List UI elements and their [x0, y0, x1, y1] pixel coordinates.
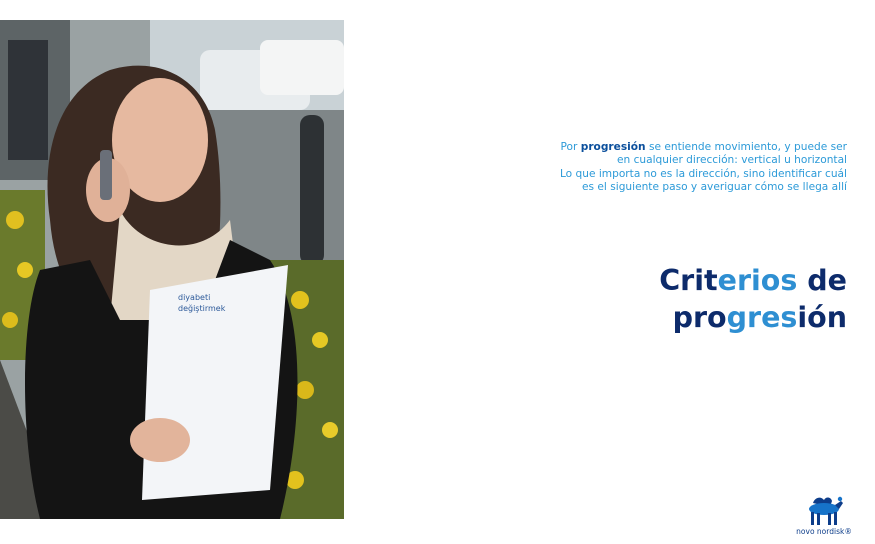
intro-line-4: es el siguiente paso y averiguar cómo se… — [582, 180, 847, 193]
intro-line-1: Por progresión se entiende movimiento, y… — [517, 141, 847, 154]
title-line-1: Criterios de — [487, 262, 847, 299]
woman-on-phone-photo: diyabeti değiştirmek — [0, 20, 344, 519]
intro-line-3: Lo que importa no es la dirección, sino … — [559, 167, 847, 180]
title-part-6: ión — [797, 301, 847, 334]
intro-line-1-pre: Por — [560, 141, 581, 153]
title-part-2: erios — [717, 264, 798, 297]
photo-illustration: diyabeti değiştirmek — [0, 20, 344, 519]
title-part-5: gres — [726, 301, 798, 334]
title-line-2: progresión — [487, 299, 847, 336]
folder-text-1: diyabeti — [178, 293, 210, 302]
title-part-4: pro — [672, 301, 727, 334]
intro-line-1-post: se entiende movimiento, y puede ser — [645, 141, 847, 153]
intro-paragraph: Por progresión se entiende movimiento, y… — [517, 141, 847, 194]
apis-bull-icon — [809, 496, 843, 525]
logo-text: novo nordisk® — [796, 527, 852, 536]
title-part-1: Crit — [659, 264, 718, 297]
title-part-3: de — [797, 264, 847, 297]
intro-emphasis: progresión — [580, 141, 646, 153]
novo-nordisk-logo: novo nordisk® — [795, 494, 853, 538]
slide-title: Criterios de progresión — [487, 262, 847, 336]
folder-text-2: değiştirmek — [178, 304, 226, 313]
intro-line-2: en cualquier dirección: vertical u horiz… — [616, 154, 847, 167]
